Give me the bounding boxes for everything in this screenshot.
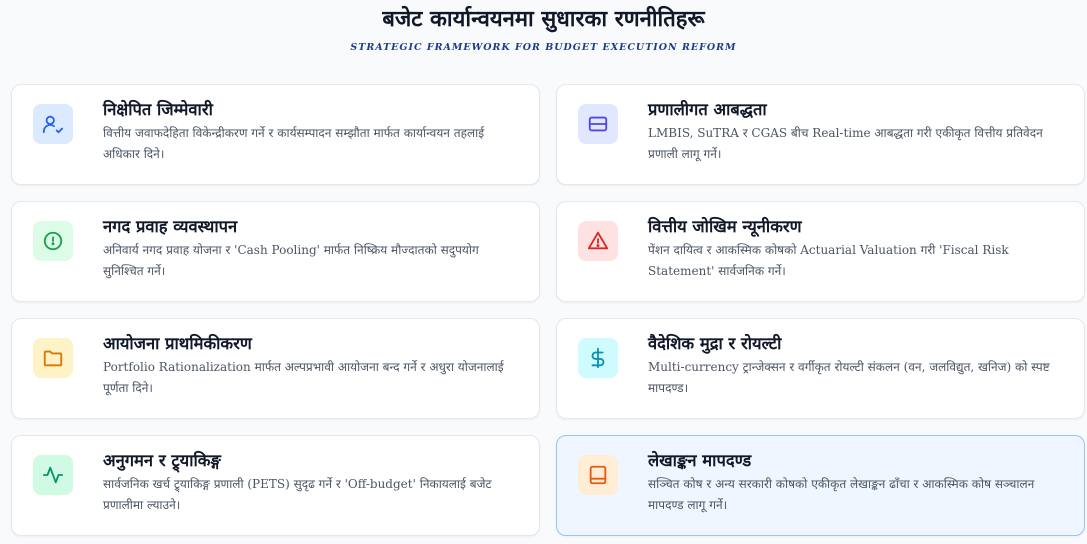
card-title: आयोजना प्राथमिकीकरण: [103, 334, 252, 353]
clock-icon: [33, 221, 73, 261]
activity-icon: [33, 455, 73, 495]
book-icon: [578, 455, 618, 495]
strategy-card-system-integration: प्रणालीगत आबद्धता LMBIS, SuTRA र CGAS बी…: [556, 84, 1085, 185]
strategy-card-monitoring: अनुगमन र ट्र्याकिङ्ग सार्वजनिक खर्च ट्र्…: [11, 435, 540, 536]
strategy-card-fiscal-risk: वित्तीय जोखिम न्यूनीकरण पेंशन दायित्व र …: [556, 201, 1085, 302]
card-title: वित्तीय जोखिम न्यूनीकरण: [648, 217, 802, 236]
card-description: सञ्चित कोष र अन्य सरकारी कोषको एकीकृत ले…: [648, 477, 1035, 512]
card-title: नगद प्रवाह व्यवस्थापन: [103, 217, 238, 236]
card-title: प्रणालीगत आबद्धता: [648, 100, 767, 119]
strategy-card-foreign-currency: वैदेशिक मुद्रा र रोयल्टी Multi-currency …: [556, 318, 1085, 419]
card-description: LMBIS, SuTRA र CGAS बीच Real-time आबद्धत…: [648, 126, 1043, 161]
card-title: अनुगमन र ट्र्याकिङ्ग: [103, 451, 221, 470]
strategy-grid: निक्षेपित जिम्मेवारी वित्तीय जवाफदेहिता …: [0, 66, 1087, 536]
page-header: बजेट कार्यान्वयनमा सुधारका रणनीतिहरू STR…: [0, 0, 1087, 66]
card-description: सार्वजनिक खर्च ट्र्याकिङ्ग प्रणाली (PETS…: [103, 477, 492, 512]
card-description: पेंशन दायित्व र आकस्मिक कोषको Actuarial …: [648, 243, 1009, 278]
strategy-card-accounting-standards: लेखाङ्कन मापदण्ड सञ्चित कोष र अन्य सरकार…: [556, 435, 1085, 536]
card-title: निक्षेपित जिम्मेवारी: [103, 100, 213, 119]
user-check-icon: [33, 104, 73, 144]
dollar-icon: [578, 338, 618, 378]
folder-icon: [33, 338, 73, 378]
warning-triangle-icon: [578, 221, 618, 261]
card-description: अनिवार्य नगद प्रवाह योजना र 'Cash Poolin…: [103, 243, 479, 278]
credit-card-icon: [578, 104, 618, 144]
card-title: लेखाङ्कन मापदण्ड: [648, 451, 752, 470]
strategy-card-cash-flow: नगद प्रवाह व्यवस्थापन अनिवार्य नगद प्रवा…: [11, 201, 540, 302]
card-description: Portfolio Rationalization मार्फत अल्पप्र…: [103, 360, 504, 395]
card-description: वित्तीय जवाफदेहिता विकेन्द्रीकरण गर्ने र…: [103, 126, 485, 161]
card-title: वैदेशिक मुद्रा र रोयल्टी: [648, 334, 782, 353]
card-description: Multi-currency ट्रान्जेक्सन र वर्गीकृत र…: [648, 360, 1050, 395]
page-title: बजेट कार्यान्वयनमा सुधारका रणनीतिहरू: [382, 6, 705, 32]
page-subtitle: STRATEGIC FRAMEWORK FOR BUDGET EXECUTION…: [350, 42, 737, 53]
strategy-card-devolved-responsibility: निक्षेपित जिम्मेवारी वित्तीय जवाफदेहिता …: [11, 84, 540, 185]
strategy-card-project-prioritization: आयोजना प्राथमिकीकरण Portfolio Rationaliz…: [11, 318, 540, 419]
